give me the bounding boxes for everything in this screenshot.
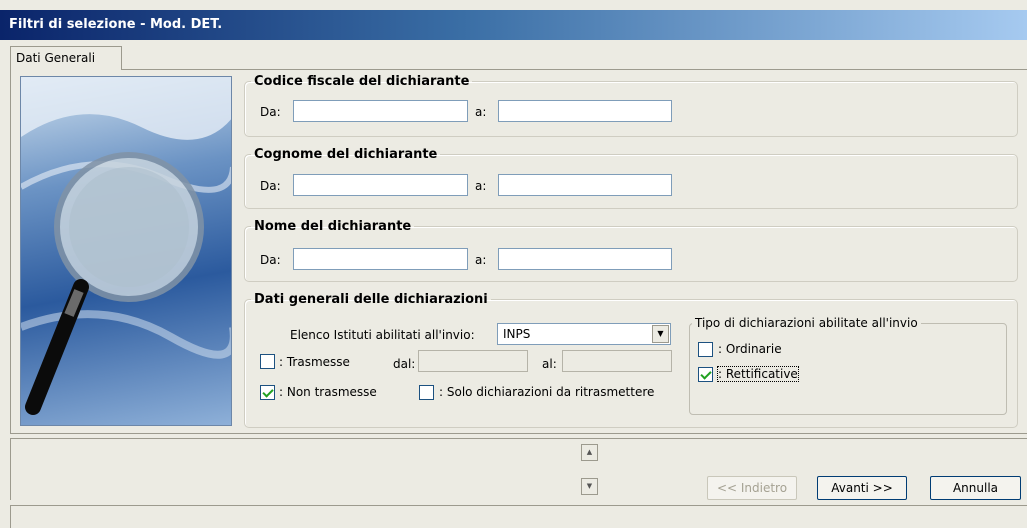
ordinarie-checkbox[interactable] xyxy=(698,342,713,357)
codice-fiscale-legend: Codice fiscale del dichiarante xyxy=(254,74,470,89)
nome-from-input[interactable] xyxy=(293,248,468,270)
nome-to-input[interactable] xyxy=(498,248,672,270)
tipo-dichiarazioni-group: Tipo di dichiarazioni abilitate all'invi… xyxy=(689,316,1007,415)
solo-ritrasmettere-label: : Solo dichiarazioni da ritrasmettere xyxy=(439,385,655,399)
al-label: al: xyxy=(542,357,557,371)
nome-to-label: a: xyxy=(475,253,487,267)
rettificative-checkbox[interactable] xyxy=(698,367,713,382)
back-button[interactable]: << Indietro xyxy=(707,476,797,500)
trasmesse-checkbox[interactable] xyxy=(260,354,275,369)
down-arrow-icon[interactable]: ▼ xyxy=(581,478,598,495)
rettificative-label: : Rettificative xyxy=(717,366,799,382)
cognome-from-label: Da: xyxy=(260,179,281,193)
dal-input[interactable] xyxy=(418,350,528,372)
nome-legend: Nome del dichiarante xyxy=(254,219,412,234)
al-input[interactable] xyxy=(562,350,672,372)
istituti-label: Elenco Istituti abilitati all'invio: xyxy=(290,328,475,342)
cognome-to-label: a: xyxy=(475,179,487,193)
up-arrow-icon[interactable]: ▲ xyxy=(581,444,598,461)
cognome-legend: Cognome del dichiarante xyxy=(254,147,438,162)
istituti-select[interactable]: INPS ▼ xyxy=(497,323,671,345)
dal-label: dal: xyxy=(393,357,416,371)
cognome-to-input[interactable] xyxy=(498,174,672,196)
solo-ritrasmettere-checkbox[interactable] xyxy=(419,385,434,400)
codice-fiscale-to-label: a: xyxy=(475,105,487,119)
tab-dati-generali[interactable]: Dati Generali xyxy=(10,46,122,70)
codice-fiscale-from-input[interactable] xyxy=(293,100,468,122)
nome-from-label: Da: xyxy=(260,253,281,267)
istituti-selected-value: INPS xyxy=(503,327,531,341)
cognome-from-input[interactable] xyxy=(293,174,468,196)
trasmesse-label: : Trasmesse xyxy=(279,355,350,369)
next-button[interactable]: Avanti >> xyxy=(817,476,907,500)
dati-generali-legend: Dati generali delle dichiarazioni xyxy=(254,292,488,307)
non-trasmesse-label: : Non trasmesse xyxy=(279,385,377,399)
magnifying-glass-icon xyxy=(20,76,232,426)
ordinarie-label: : Ordinarie xyxy=(718,342,782,356)
chevron-down-icon[interactable]: ▼ xyxy=(652,325,669,343)
codice-fiscale-to-input[interactable] xyxy=(498,100,672,122)
cancel-button[interactable]: Annulla xyxy=(930,476,1021,500)
tipo-dichiarazioni-legend: Tipo di dichiarazioni abilitate all'invi… xyxy=(695,316,918,330)
codice-fiscale-from-label: Da: xyxy=(260,105,281,119)
window-title: Filtri di selezione - Mod. DET. xyxy=(0,10,1027,40)
status-bar xyxy=(10,505,1027,528)
non-trasmesse-checkbox[interactable] xyxy=(260,385,275,400)
